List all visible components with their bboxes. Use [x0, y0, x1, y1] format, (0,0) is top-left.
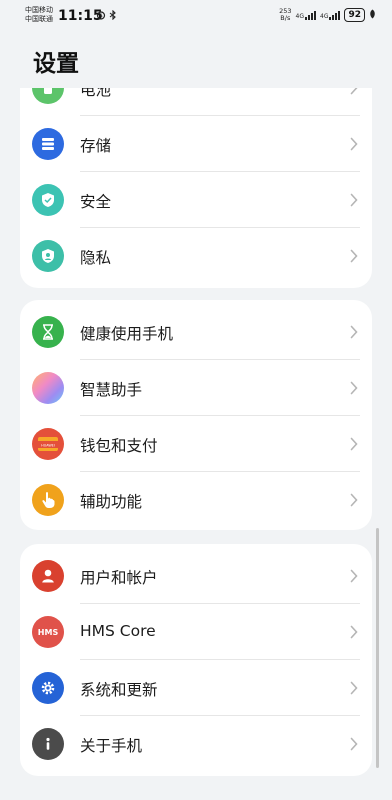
eco-leaf-icon	[369, 9, 376, 22]
settings-item-digital-balance[interactable]: 健康使用手机	[20, 304, 372, 360]
chevron-right-icon	[350, 192, 358, 211]
hms-badge: HMS	[38, 628, 59, 637]
chevron-right-icon	[350, 136, 358, 155]
privacy-icon	[32, 240, 64, 272]
gear-icon	[32, 672, 64, 704]
settings-group-2: 健康使用手机 智慧助手 HUAWEI 钱包和支付 辅助功能	[20, 300, 372, 530]
carrier-2: 中国联通	[25, 15, 53, 23]
settings-item-label: 关于手机	[80, 737, 143, 755]
settings-item-security[interactable]: 安全	[20, 172, 372, 228]
chevron-right-icon	[350, 436, 358, 455]
wallet-icon: HUAWEI	[32, 428, 64, 460]
user-icon	[32, 560, 64, 592]
info-icon	[32, 728, 64, 760]
alarm-icon	[96, 11, 109, 23]
settings-item-label: 健康使用手机	[80, 325, 174, 343]
scrollbar[interactable]	[376, 528, 379, 768]
chevron-right-icon	[350, 736, 358, 755]
settings-item-label: 安全	[80, 193, 112, 211]
settings-group-1: 电池 存储 安全 隐私	[20, 88, 372, 288]
settings-item-system-update[interactable]: 系统和更新	[20, 660, 372, 716]
settings-item-label: 钱包和支付	[80, 437, 158, 455]
settings-item-users-accounts[interactable]: 用户和帐户	[20, 548, 372, 604]
chevron-right-icon	[350, 680, 358, 699]
signal-bars-icon	[305, 10, 316, 20]
settings-item-assistant[interactable]: 智慧助手	[20, 360, 372, 416]
hms-icon: HMS	[32, 616, 64, 648]
assistant-icon	[32, 372, 64, 404]
bluetooth-icon	[109, 9, 117, 23]
status-icons-left	[96, 9, 117, 23]
chevron-right-icon	[350, 492, 358, 511]
settings-item-label: HMS Core	[80, 622, 156, 640]
settings-item-label: 用户和帐户	[80, 569, 158, 587]
chevron-right-icon	[350, 248, 358, 267]
settings-item-label: 电池	[80, 88, 112, 99]
settings-item-storage[interactable]: 存储	[20, 116, 372, 172]
settings-item-label: 系统和更新	[80, 681, 158, 699]
chevron-right-icon	[350, 624, 358, 643]
chevron-right-icon	[350, 380, 358, 399]
shield-check-icon	[32, 184, 64, 216]
settings-item-label: 隐私	[80, 249, 112, 267]
settings-item-accessibility[interactable]: 辅助功能	[20, 472, 372, 528]
settings-item-wallet[interactable]: HUAWEI 钱包和支付	[20, 416, 372, 472]
settings-item-hms-core[interactable]: HMS HMS Core	[20, 604, 372, 660]
storage-icon	[32, 128, 64, 160]
settings-item-label: 辅助功能	[80, 493, 143, 511]
carrier-labels: 中国移动 中国联通	[25, 6, 53, 24]
status-icons-right: 253 B/s 4G 4G 92	[279, 8, 376, 22]
network-speed: 253 B/s	[279, 7, 292, 22]
status-bar: 中国移动 中国联通 11:15 253 B/s 4G 4G 92	[0, 0, 392, 34]
chevron-right-icon	[350, 324, 358, 343]
wallet-badge: HUAWEI	[41, 444, 55, 448]
settings-item-privacy[interactable]: 隐私	[20, 228, 372, 284]
settings-item-label: 存储	[80, 137, 112, 155]
hand-pointer-icon	[32, 484, 64, 516]
chevron-right-icon	[350, 568, 358, 587]
settings-item-about-phone[interactable]: 关于手机	[20, 716, 372, 772]
signal-1: 4G	[296, 10, 316, 20]
settings-group-3: 用户和帐户 HMS HMS Core 系统和更新 关于手机	[20, 544, 372, 776]
carrier-1: 中国移动	[25, 6, 53, 14]
signal-2: 4G	[320, 10, 341, 20]
settings-item-battery[interactable]: 电池	[20, 88, 372, 116]
battery-icon	[32, 88, 64, 104]
signal-bars-icon	[329, 10, 341, 20]
battery-indicator: 92	[344, 8, 365, 22]
chevron-right-icon	[350, 88, 358, 99]
settings-item-label: 智慧助手	[80, 381, 143, 399]
hourglass-icon	[32, 316, 64, 348]
page-title: 设置	[33, 51, 79, 77]
